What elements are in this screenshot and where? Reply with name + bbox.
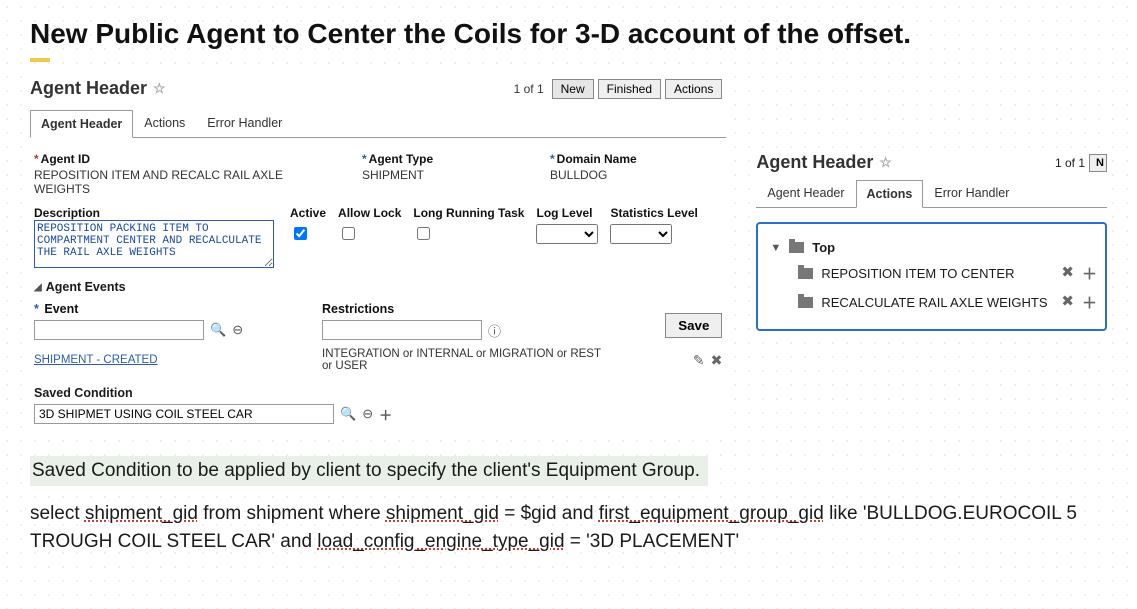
tree-top-label: Top <box>812 240 835 255</box>
log-level-select[interactable] <box>536 224 598 244</box>
star-icon[interactable]: ☆ <box>153 80 166 97</box>
saved-condition-note: Saved Condition to be applied by client … <box>30 456 708 486</box>
right-tab-error-handler[interactable]: Error Handler <box>923 179 1020 207</box>
panel-title-text: Agent Header <box>30 78 147 99</box>
domain-name-label: Domain Name <box>557 152 637 166</box>
delete-icon[interactable]: ✖ <box>1061 263 1074 284</box>
info-icon[interactable]: ⓘ <box>488 321 501 340</box>
active-checkbox[interactable] <box>294 227 307 240</box>
search-icon[interactable]: 🔍 <box>210 322 226 338</box>
long-running-label: Long Running Task <box>413 206 524 220</box>
agent-type-value: SHIPMENT <box>362 166 522 182</box>
link-icon[interactable]: ⊖ <box>232 322 243 338</box>
event-label: Event <box>44 302 78 316</box>
right-panel-title: Agent Header <box>756 152 873 173</box>
plus-icon[interactable]: ＋ <box>1082 263 1097 284</box>
description-textarea[interactable] <box>34 220 274 268</box>
agent-header-panel-right: Agent Header ☆ 1 of 1 N Agent Header Act… <box>756 152 1107 331</box>
allow-lock-checkbox[interactable] <box>342 227 355 240</box>
new-button[interactable]: New <box>552 79 594 99</box>
star-icon[interactable]: ☆ <box>879 154 892 171</box>
folder-icon <box>798 268 813 279</box>
agent-events-heading: Agent Events <box>46 280 126 294</box>
stats-level-select[interactable] <box>610 224 672 244</box>
right-n-button[interactable]: N <box>1089 154 1107 172</box>
page-title: New Public Agent to Center the Coils for… <box>30 18 1107 50</box>
description-label: Description <box>34 206 274 220</box>
collapse-icon[interactable]: ◢ <box>34 282 42 293</box>
folder-icon <box>798 297 813 308</box>
right-tab-actions[interactable]: Actions <box>856 180 924 208</box>
allow-lock-label: Allow Lock <box>338 206 401 220</box>
domain-name-value: BULLDOG <box>550 166 637 182</box>
tab-actions[interactable]: Actions <box>133 109 196 137</box>
expand-icon[interactable]: ▼ <box>770 242 781 254</box>
saved-condition-sql: select shipment_gid from shipment where … <box>30 500 1107 555</box>
restrictions-input[interactable] <box>322 320 482 340</box>
link-icon[interactable]: ⊖ <box>362 406 373 422</box>
right-record-count: 1 of 1 <box>1055 156 1085 170</box>
restrictions-label: Restrictions <box>322 302 562 316</box>
stats-level-label: Statistics Level <box>610 206 697 220</box>
save-button[interactable]: Save <box>665 313 722 338</box>
folder-icon <box>789 242 804 253</box>
record-count: 1 of 1 <box>514 82 544 96</box>
saved-condition-label: Saved Condition <box>34 386 722 400</box>
agent-type-label: Agent Type <box>369 152 433 166</box>
tab-error-handler[interactable]: Error Handler <box>196 109 293 137</box>
agent-id-value: REPOSITION ITEM AND RECALC RAIL AXLE WEI… <box>34 166 334 196</box>
delete-icon[interactable]: ✖ <box>711 352 723 369</box>
restrictions-text: INTEGRATION or INTERNAL or MIGRATION or … <box>322 348 602 372</box>
tabs-right: Agent Header Actions Error Handler <box>756 179 1107 208</box>
log-level-label: Log Level <box>536 206 592 220</box>
edit-icon[interactable]: ✎ <box>693 352 705 369</box>
plus-icon[interactable]: ＋ <box>379 405 392 424</box>
actions-button[interactable]: Actions <box>665 79 722 99</box>
tabs-left: Agent Header Actions Error Handler <box>30 109 726 138</box>
saved-condition-input[interactable] <box>34 404 334 424</box>
finished-button[interactable]: Finished <box>598 79 661 99</box>
delete-icon[interactable]: ✖ <box>1061 292 1074 313</box>
shipment-created-link[interactable]: SHIPMENT - CREATED <box>34 354 294 366</box>
agent-header-panel-left: Agent Header ☆ 1 of 1 New Finished Actio… <box>30 76 726 432</box>
active-label: Active <box>290 206 326 220</box>
accent-bar <box>30 58 50 62</box>
tab-agent-header[interactable]: Agent Header <box>30 110 133 138</box>
tree-item-recalculate[interactable]: RECALCULATE RAIL AXLE WEIGHTS <box>821 295 1047 310</box>
agent-id-label: Agent ID <box>41 152 90 166</box>
plus-icon[interactable]: ＋ <box>1082 292 1097 313</box>
search-icon[interactable]: 🔍 <box>340 406 356 422</box>
action-tree: ▼ Top REPOSITION ITEM TO CENTER ✖ ＋ RECA… <box>756 222 1107 331</box>
right-tab-agent-header[interactable]: Agent Header <box>756 179 855 207</box>
event-input[interactable] <box>34 320 204 340</box>
tree-item-reposition[interactable]: REPOSITION ITEM TO CENTER <box>821 266 1014 281</box>
long-running-checkbox[interactable] <box>417 227 430 240</box>
